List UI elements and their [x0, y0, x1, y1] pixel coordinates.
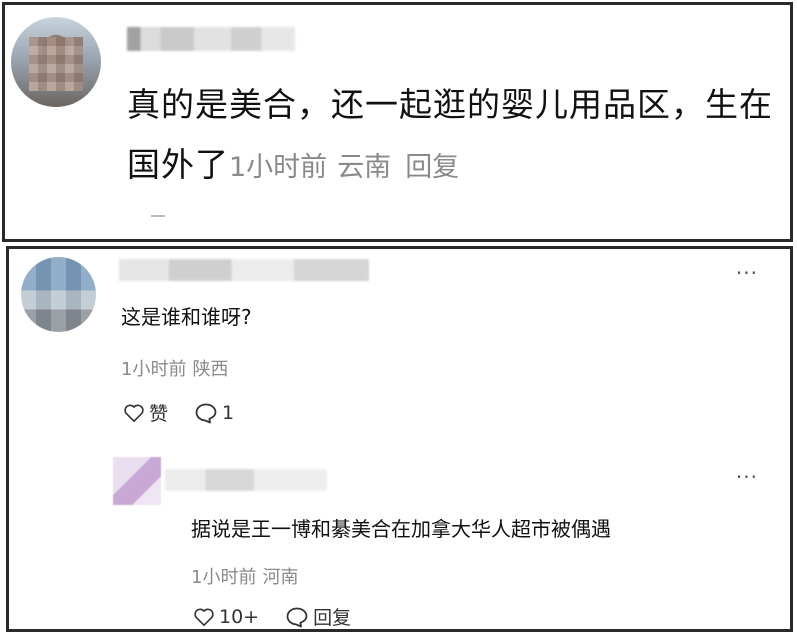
heart-icon	[194, 608, 214, 626]
avatar[interactable]	[113, 457, 161, 505]
more-dots-icon[interactable]: ···	[736, 263, 758, 283]
like-label: 赞	[149, 403, 169, 425]
divider-mark	[151, 215, 165, 217]
heart-icon	[124, 404, 144, 422]
reply-count: 1	[222, 401, 235, 424]
comment-thread-card: ··· 这是谁和谁呀? 1小时前 陕西 赞 1 ··· 据说是王一博和綦美合在加拿…	[6, 246, 793, 632]
avatar[interactable]	[21, 257, 96, 332]
more-dots-icon[interactable]: ···	[736, 467, 758, 487]
avatar[interactable]	[11, 17, 101, 107]
comment-location: 云南	[337, 152, 392, 183]
comment-actions: 赞 1	[123, 399, 234, 426]
like-button[interactable]: 10+	[193, 606, 259, 628]
comment-time: 1小时前	[121, 359, 187, 380]
comment-text: 这是谁和谁呀?	[121, 305, 252, 329]
like-count: 10+	[219, 605, 260, 628]
comment-body: 真的是美合，还一起逛的婴儿用品区，生在国外了1小时前 云南 回复	[127, 75, 787, 198]
comment-location: 陕西	[192, 359, 229, 380]
reply-location: 河南	[262, 567, 299, 588]
like-button[interactable]: 赞	[123, 399, 168, 426]
blurred-username[interactable]	[127, 27, 295, 51]
reply-count-button[interactable]: 1	[194, 402, 234, 424]
reply-time: 1小时前	[191, 567, 257, 588]
pixelated-avatar	[21, 257, 96, 332]
reply-label: 回复	[313, 607, 352, 629]
pixelated-face	[29, 37, 83, 91]
comment-meta: 1小时前 陕西	[121, 355, 228, 381]
reply-text: 据说是王一博和綦美合在加拿大华人超市被偶遇	[191, 517, 611, 541]
comment-bubble-icon	[195, 403, 217, 423]
blurred-username[interactable]	[119, 259, 369, 281]
reply-actions: 10+ 回复	[193, 603, 352, 629]
reply-meta: 1小时前 河南	[191, 563, 298, 589]
reply-button[interactable]: 回复	[285, 603, 352, 629]
reply-button[interactable]: 回复	[405, 152, 459, 183]
comment-bubble-icon	[286, 607, 308, 627]
blurred-username[interactable]	[165, 469, 327, 491]
comment-meta: 1小时前 云南 回复	[229, 152, 459, 183]
top-comment-card: 真的是美合，还一起逛的婴儿用品区，生在国外了1小时前 云南 回复	[2, 2, 793, 242]
comment-time: 1小时前	[229, 152, 328, 183]
